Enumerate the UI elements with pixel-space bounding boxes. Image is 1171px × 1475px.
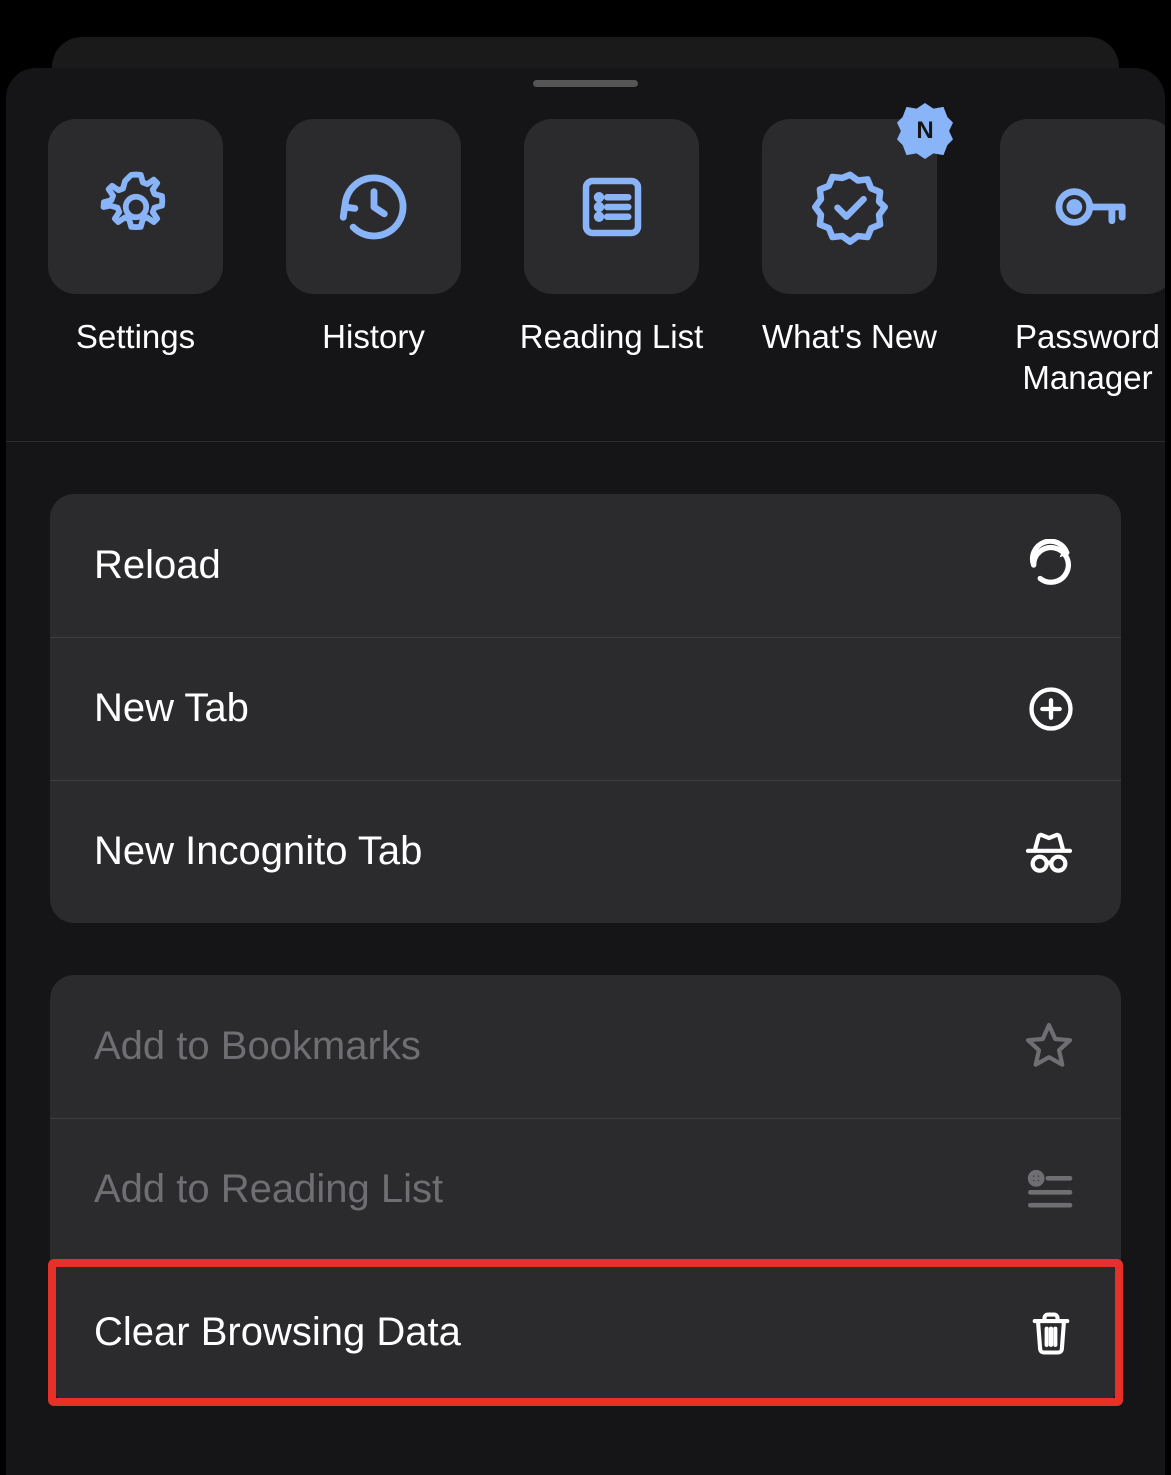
history-icon xyxy=(333,166,415,248)
menu-groups: Reload New Tab New Incognito Tab xyxy=(6,442,1165,1404)
shortcuts-row: Settings History xyxy=(6,87,1165,442)
trash-icon xyxy=(1025,1307,1077,1359)
row-reload[interactable]: Reload xyxy=(50,494,1121,637)
row-new-tab-label: New Tab xyxy=(94,686,249,731)
shortcut-settings-label: Settings xyxy=(76,316,195,357)
shortcut-reading-list-label: Reading List xyxy=(520,316,703,357)
drag-handle[interactable] xyxy=(533,80,638,87)
shortcut-settings[interactable]: Settings xyxy=(48,119,223,399)
star-icon xyxy=(1021,1018,1077,1074)
row-add-to-bookmarks-label: Add to Bookmarks xyxy=(94,1024,421,1069)
whats-new-icon xyxy=(807,164,893,250)
shortcut-history[interactable]: History xyxy=(286,119,461,399)
add-reading-list-icon xyxy=(1021,1162,1077,1218)
gear-icon xyxy=(95,166,177,248)
shortcut-reading-list[interactable]: Reading List xyxy=(524,119,699,399)
key-icon xyxy=(1047,166,1129,248)
row-clear-browsing-data-label: Clear Browsing Data xyxy=(94,1310,461,1355)
new-badge: N xyxy=(897,103,953,159)
reload-icon xyxy=(1025,539,1077,591)
reading-list-icon xyxy=(573,168,651,246)
shortcut-password-manager-tile xyxy=(1000,119,1165,294)
group-2: Add to Bookmarks Add to Reading List Cle… xyxy=(50,975,1121,1404)
row-new-incognito-tab[interactable]: New Incognito Tab xyxy=(50,780,1121,923)
plus-circle-icon xyxy=(1025,683,1077,735)
shortcut-settings-tile xyxy=(48,119,223,294)
shortcut-password-manager-label: Password Manager xyxy=(1015,316,1160,399)
row-clear-browsing-data[interactable]: Clear Browsing Data xyxy=(50,1261,1121,1404)
menu-sheet: Settings History xyxy=(6,68,1165,1475)
shortcut-whats-new-tile: N xyxy=(762,119,937,294)
row-add-to-reading-list: Add to Reading List xyxy=(50,1118,1121,1261)
row-new-tab[interactable]: New Tab xyxy=(50,637,1121,780)
row-reload-label: Reload xyxy=(94,543,221,588)
row-add-to-reading-list-label: Add to Reading List xyxy=(94,1167,443,1212)
group-1: Reload New Tab New Incognito Tab xyxy=(50,494,1121,923)
incognito-icon xyxy=(1021,824,1077,880)
row-new-incognito-tab-label: New Incognito Tab xyxy=(94,829,422,874)
shortcut-password-manager[interactable]: Password Manager xyxy=(1000,119,1165,399)
shortcut-whats-new[interactable]: N What's New xyxy=(762,119,937,399)
shortcut-reading-list-tile xyxy=(524,119,699,294)
shortcut-history-tile xyxy=(286,119,461,294)
row-add-to-bookmarks: Add to Bookmarks xyxy=(50,975,1121,1118)
shortcut-whats-new-label: What's New xyxy=(762,316,937,357)
shortcut-history-label: History xyxy=(322,316,425,357)
